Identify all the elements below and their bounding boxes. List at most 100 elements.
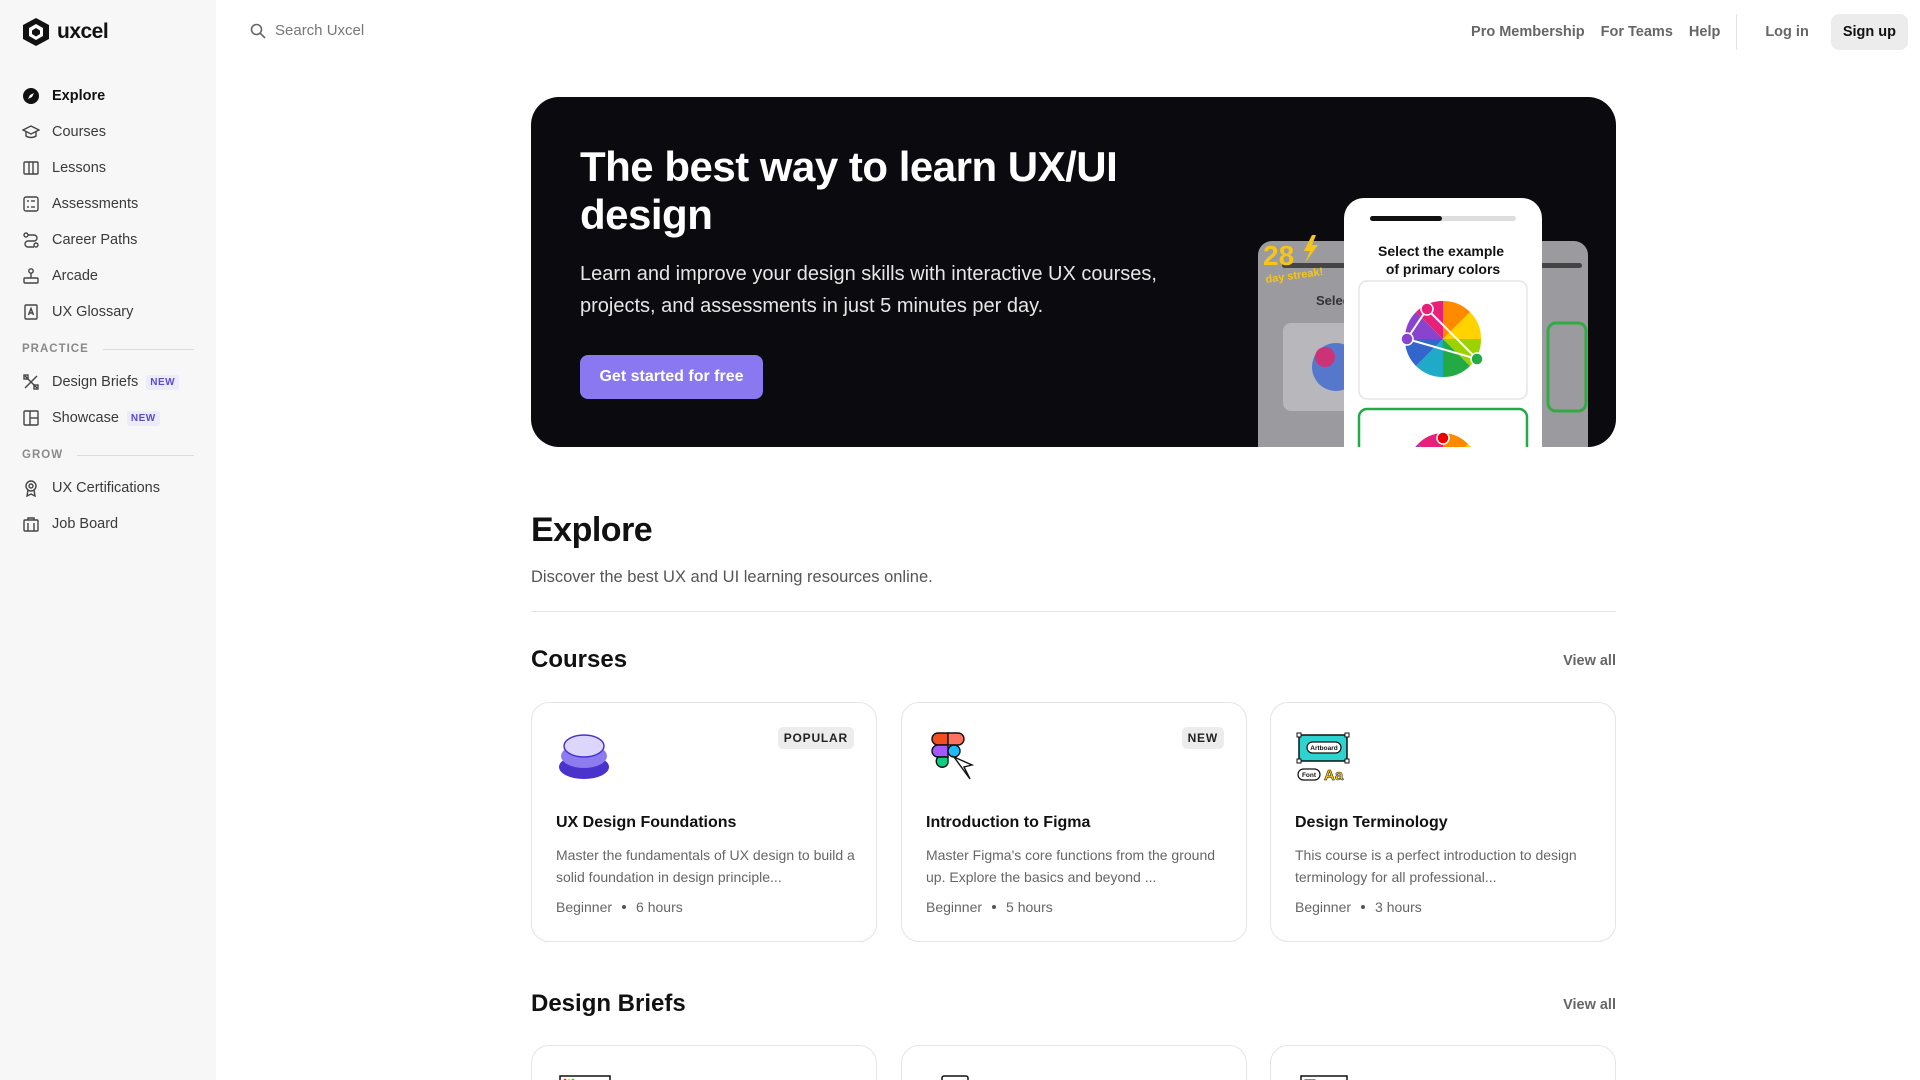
sidebar-item-job-board[interactable]: Job Board bbox=[22, 506, 194, 542]
artboard-font-icon: Artboard Font Aa bbox=[1296, 732, 1350, 784]
sidebar-item-label: Showcase bbox=[52, 410, 119, 426]
sidebar-item-lessons[interactable]: Lessons bbox=[22, 150, 194, 186]
graduation-cap-icon bbox=[22, 123, 40, 141]
new-badge: NEW bbox=[146, 374, 180, 390]
search-input[interactable]: Search Uxcel bbox=[250, 22, 364, 39]
course-meta: Beginner 6 hours bbox=[556, 899, 683, 915]
course-card[interactable]: POPULAR UX Design Foundations Master the… bbox=[531, 702, 877, 942]
compass-icon bbox=[22, 87, 40, 105]
course-level: Beginner bbox=[926, 899, 983, 915]
book-icon bbox=[22, 159, 40, 177]
course-duration: 6 hours bbox=[636, 899, 683, 915]
search-icon bbox=[250, 23, 266, 39]
separator-dot bbox=[622, 905, 627, 909]
icon-label-aa: Aa bbox=[1324, 767, 1344, 784]
course-duration: 3 hours bbox=[1375, 899, 1422, 915]
sidebar-item-label: Job Board bbox=[52, 516, 119, 532]
layers-stack-icon bbox=[559, 734, 609, 779]
divider bbox=[77, 454, 194, 456]
course-description: Master the fundamentals of UX design to … bbox=[556, 847, 855, 885]
hero-subtitle: Learn and improve your design skills wit… bbox=[580, 263, 1157, 317]
design-brief-card[interactable] bbox=[531, 1045, 877, 1080]
explore-title: Explore bbox=[531, 511, 653, 549]
course-duration: 5 hours bbox=[1006, 899, 1053, 915]
popular-badge: POPULAR bbox=[777, 727, 854, 749]
for-teams-link[interactable]: For Teams bbox=[1601, 24, 1673, 40]
profile-card-icon bbox=[1300, 1075, 1348, 1080]
joystick-icon bbox=[22, 267, 40, 285]
streak-number: 28 bbox=[1263, 240, 1294, 271]
sidebar: uxcel Explore Courses Lessons Assessment… bbox=[0, 0, 216, 1080]
checklist-icon bbox=[22, 195, 40, 213]
certificate-icon bbox=[22, 479, 40, 497]
course-level: Beginner bbox=[1295, 899, 1352, 915]
logo[interactable]: uxcel bbox=[22, 17, 109, 47]
new-badge: NEW bbox=[1181, 727, 1224, 749]
separator-dot bbox=[992, 905, 997, 909]
sidebar-item-ux-glossary[interactable]: UX Glossary bbox=[22, 294, 194, 330]
icon-label-font: Font bbox=[1302, 772, 1317, 779]
sidebar-item-arcade[interactable]: Arcade bbox=[22, 258, 194, 294]
section-label-grow: GROW bbox=[22, 440, 194, 470]
get-started-button[interactable]: Get started for free bbox=[580, 355, 763, 399]
sidebar-item-label: Arcade bbox=[52, 268, 98, 284]
design-brief-card[interactable] bbox=[901, 1045, 1247, 1080]
sidebar-item-label: Explore bbox=[52, 88, 106, 104]
login-button[interactable]: Log in bbox=[1765, 24, 1809, 40]
sidebar-item-label: Assessments bbox=[52, 196, 139, 212]
sidebar-item-career-paths[interactable]: Career Paths bbox=[22, 222, 194, 258]
course-title: Design Terminology bbox=[1295, 814, 1448, 831]
divider bbox=[1736, 14, 1738, 50]
design-briefs-view-all-link[interactable]: View all bbox=[1563, 997, 1616, 1013]
section-label-text: GROW bbox=[22, 449, 64, 461]
tools-icon bbox=[22, 373, 40, 391]
explore-subtitle: Discover the best UX and UI learning res… bbox=[531, 568, 933, 586]
courses-view-all-link[interactable]: View all bbox=[1563, 653, 1616, 669]
hero-illustration: Selec Select the example of primary colo… bbox=[1258, 198, 1588, 447]
browser-window-icon bbox=[559, 1075, 611, 1080]
sidebar-item-label: Lessons bbox=[52, 160, 107, 176]
sidebar-item-assessments[interactable]: Assessments bbox=[22, 186, 194, 222]
course-meta: Beginner 3 hours bbox=[1295, 899, 1422, 915]
course-card[interactable]: NEW Introduction to Figma Master Figma's… bbox=[901, 702, 1247, 942]
divider bbox=[102, 348, 194, 350]
divider bbox=[531, 611, 1616, 612]
course-meta: Beginner 5 hours bbox=[926, 899, 1053, 915]
course-description: Master Figma's core functions from the g… bbox=[926, 847, 1216, 885]
sidebar-item-label: UX Glossary bbox=[52, 304, 134, 320]
sidebar-item-showcase[interactable]: Showcase NEW bbox=[22, 400, 194, 436]
path-icon bbox=[22, 231, 40, 249]
course-title: UX Design Foundations bbox=[556, 814, 737, 831]
design-brief-card[interactable] bbox=[1270, 1045, 1616, 1080]
course-title: Introduction to Figma bbox=[926, 814, 1091, 831]
sidebar-item-ux-certifications[interactable]: UX Certifications bbox=[22, 470, 194, 506]
sidebar-item-design-briefs[interactable]: Design Briefs NEW bbox=[22, 364, 194, 400]
design-briefs-section-title: Design Briefs bbox=[531, 990, 686, 1017]
app-screen-icon bbox=[941, 1075, 969, 1080]
search-placeholder: Search Uxcel bbox=[275, 22, 365, 39]
top-nav: Pro Membership For Teams Help Log in Sig… bbox=[1471, 14, 1920, 50]
sidebar-item-label: UX Certifications bbox=[52, 480, 160, 496]
help-link[interactable]: Help bbox=[1689, 24, 1720, 40]
sidebar-item-label: Career Paths bbox=[52, 232, 138, 248]
sidebar-nav: Explore Courses Lessons Assessments Care… bbox=[22, 78, 194, 542]
sidebar-item-courses[interactable]: Courses bbox=[22, 114, 194, 150]
pro-membership-link[interactable]: Pro Membership bbox=[1471, 24, 1585, 40]
courses-section-title: Courses bbox=[531, 646, 628, 673]
course-card[interactable]: Artboard Font Aa Design Terminology This… bbox=[1270, 702, 1616, 942]
icon-label-artboard: Artboard bbox=[1310, 745, 1337, 752]
glossary-icon bbox=[22, 303, 40, 321]
sidebar-item-explore[interactable]: Explore bbox=[22, 78, 194, 114]
signup-button[interactable]: Sign up bbox=[1830, 14, 1908, 50]
briefcase-icon bbox=[22, 515, 40, 533]
sidebar-item-label: Courses bbox=[52, 124, 106, 140]
brand-name: uxcel bbox=[57, 20, 109, 43]
course-description: This course is a perfect introduction to… bbox=[1295, 847, 1577, 885]
hero-title: The best way to learn UX/UI design bbox=[580, 143, 1118, 238]
course-level: Beginner bbox=[556, 899, 613, 915]
hero-banner: The best way to learn UX/UI design Learn… bbox=[531, 97, 1616, 447]
separator-dot bbox=[1361, 905, 1366, 909]
layout-icon bbox=[22, 409, 40, 427]
new-badge: NEW bbox=[126, 410, 160, 426]
section-label-practice: PRACTICE bbox=[22, 334, 194, 364]
